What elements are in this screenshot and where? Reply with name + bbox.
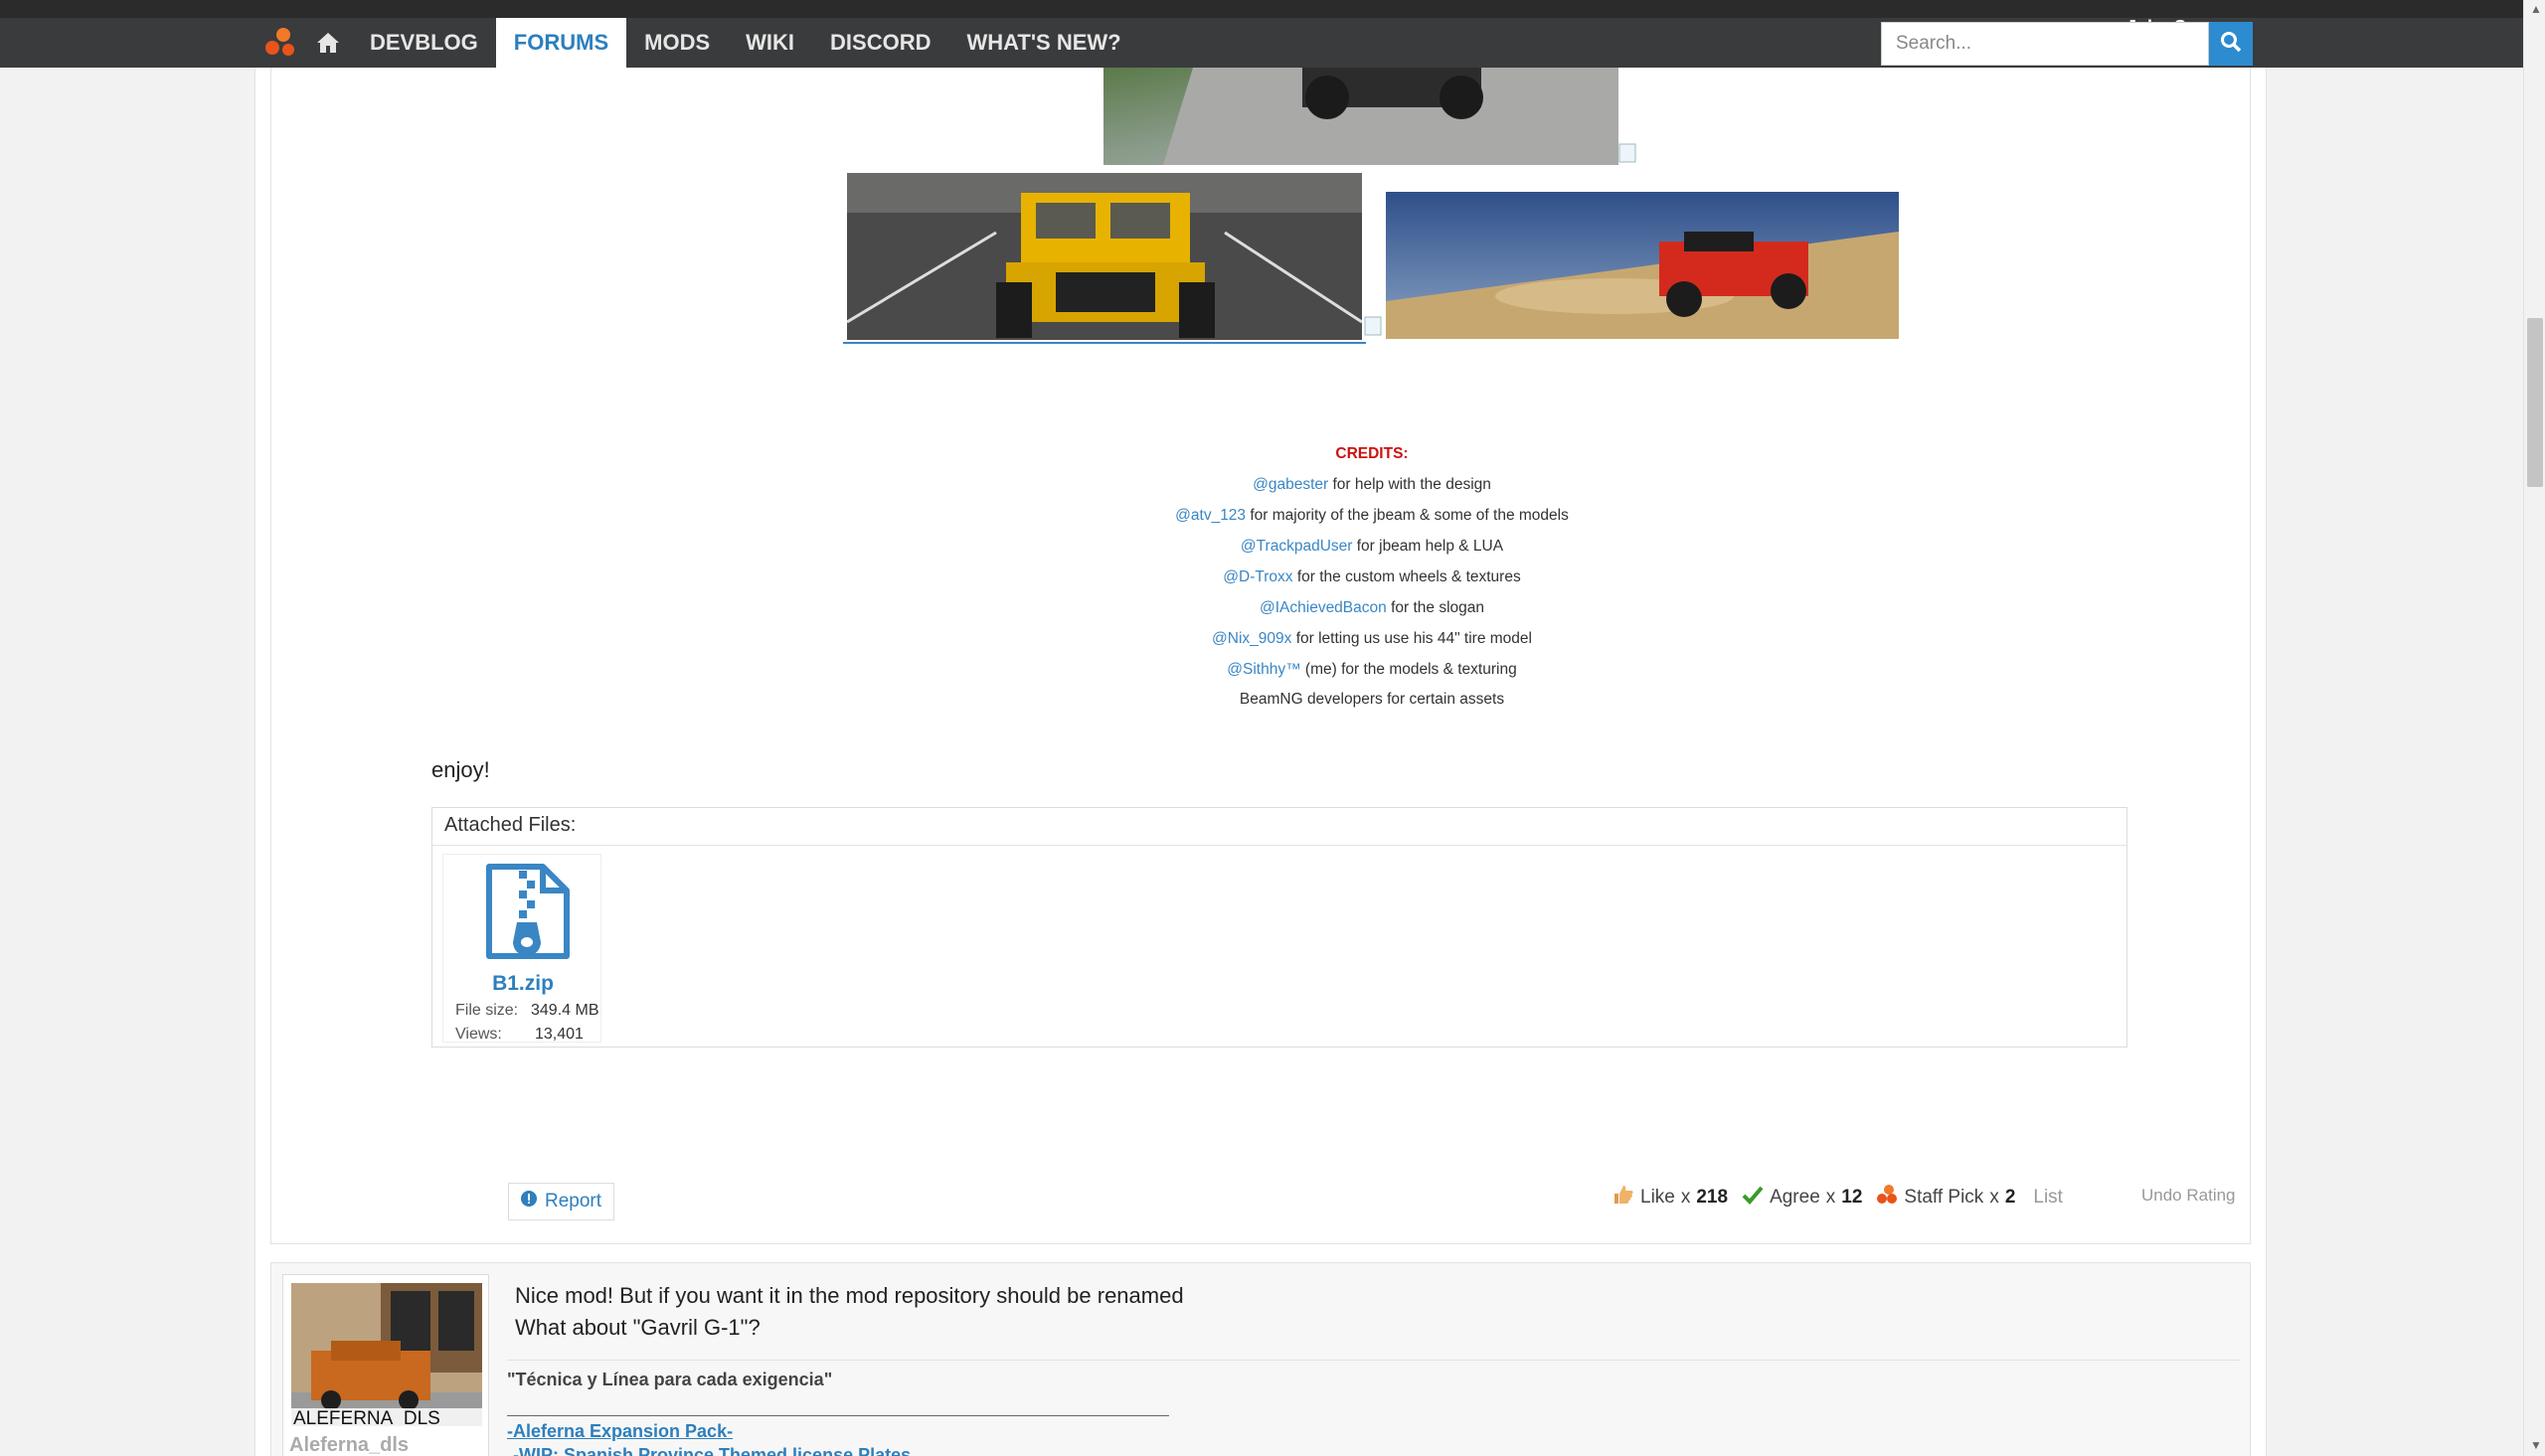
avatar-caption: ALEFERNA_DLS bbox=[293, 1408, 440, 1426]
broken-image-icon bbox=[1618, 143, 1636, 163]
ratings-bar: Like x 218 Agree x 12 Staff Pick x 2 List bbox=[1612, 1183, 2063, 1213]
rating-like[interactable]: Like x 218 bbox=[1612, 1184, 1728, 1212]
signature-rule bbox=[507, 1415, 1169, 1416]
credits-title: CREDITS: bbox=[1335, 445, 1409, 462]
signature-quote: "Técnica y Línea para cada exigencia" bbox=[507, 1370, 833, 1389]
attached-files-panel: Attached Files: B1.zip File size: 349.4 M… bbox=[431, 807, 2127, 1048]
reply-message: Nice mod! But if you want it in the mod … bbox=[515, 1280, 1184, 1344]
search-button[interactable] bbox=[2209, 22, 2253, 66]
scroll-up-icon[interactable]: ▲ bbox=[2530, 2, 2542, 16]
credit-line: @D-Troxx for the custom wheels & texture… bbox=[1223, 568, 1521, 585]
scrollbar[interactable]: ▲ ▼ bbox=[2523, 0, 2545, 1456]
credit-user-link[interactable]: @atv_123 bbox=[1175, 507, 1246, 524]
nav-devblog[interactable]: DEVBLOG bbox=[352, 18, 496, 68]
signature-link[interactable]: -WIP: Spanish Province Themed license Pl… bbox=[513, 1445, 911, 1456]
search-bar bbox=[1881, 22, 2253, 66]
credit-line: BeamNG developers for certain assets bbox=[1239, 691, 1505, 708]
nav-mods[interactable]: MODS bbox=[626, 18, 728, 68]
report-button[interactable]: Report bbox=[508, 1183, 615, 1220]
credit-user-link[interactable]: @Sithhy™ bbox=[1227, 661, 1300, 678]
reply-message-line: Nice mod! But if you want it in the mod … bbox=[515, 1283, 1184, 1308]
post-text-enjoy: enjoy! bbox=[431, 757, 490, 782]
zip-file-icon[interactable] bbox=[485, 863, 571, 965]
nav-discord[interactable]: DISCORD bbox=[812, 18, 948, 68]
info-icon bbox=[521, 1191, 537, 1213]
file-views-row: Views: 13,401 bbox=[455, 1026, 584, 1043]
reply-author-card: ALEFERNA_DLS Aleferna_dls bbox=[282, 1274, 489, 1456]
credit-line: @atv_123 for majority of the jbeam & som… bbox=[1175, 507, 1569, 524]
home-icon[interactable] bbox=[304, 18, 352, 68]
search-icon bbox=[2220, 31, 2242, 58]
ratings-list-link[interactable]: List bbox=[2033, 1187, 2063, 1209]
credit-line: @gabester for help with the design bbox=[1253, 476, 1491, 493]
attachment-item[interactable]: B1.zip File size: 349.4 MB Views: 13,401 bbox=[442, 854, 601, 1043]
avatar[interactable]: ALEFERNA_DLS bbox=[291, 1283, 482, 1429]
nav-forums[interactable]: FORUMS bbox=[495, 18, 627, 68]
signature-divider bbox=[507, 1360, 2241, 1361]
credit-line: @TrackpadUser for jbeam help & LUA bbox=[1240, 538, 1504, 555]
thumbs-up-icon bbox=[1612, 1184, 1634, 1212]
image-link-underline bbox=[843, 342, 1366, 344]
nav-wiki[interactable]: WIKI bbox=[728, 18, 812, 68]
credit-user-link[interactable]: @IAchievedBacon bbox=[1260, 599, 1387, 616]
credit-line: @Sithhy™ (me) for the models & texturing bbox=[1227, 661, 1517, 678]
credit-user-link[interactable]: @TrackpadUser bbox=[1241, 538, 1353, 555]
credit-user-link[interactable]: @D-Troxx bbox=[1223, 568, 1292, 585]
check-icon bbox=[1742, 1184, 1764, 1212]
signature-link[interactable]: -Aleferna Expansion Pack- bbox=[507, 1421, 733, 1442]
reply-message-line: What about "Gavril G-1"? bbox=[515, 1315, 761, 1340]
vehicle-screenshot-top[interactable] bbox=[1103, 68, 1618, 165]
credit-line: @IAchievedBacon for the slogan bbox=[1260, 599, 1484, 616]
vehicle-screenshot-yellow[interactable] bbox=[847, 173, 1362, 340]
file-size-row: File size: 349.4 MB bbox=[455, 1002, 599, 1019]
beamng-logo-icon bbox=[1876, 1184, 1898, 1212]
undo-rating-link[interactable]: Undo Rating bbox=[2141, 1186, 2236, 1206]
credit-user-link[interactable]: @Nix_909x bbox=[1212, 630, 1291, 647]
attachment-filename[interactable]: B1.zip bbox=[443, 972, 602, 996]
nav-whats-new[interactable]: WHAT'S NEW? bbox=[948, 18, 1138, 68]
search-input[interactable] bbox=[1881, 22, 2209, 66]
rating-agree[interactable]: Agree x 12 bbox=[1742, 1184, 1862, 1212]
scroll-down-icon[interactable]: ▼ bbox=[2530, 1438, 2542, 1452]
credit-user-link[interactable]: @gabester bbox=[1253, 476, 1328, 493]
rating-staff-pick[interactable]: Staff Pick x 2 bbox=[1876, 1184, 2015, 1212]
main-navigation: DEVBLOG FORUMS MODS WIKI DISCORD WHAT'S … bbox=[256, 18, 1139, 68]
broken-image-icon-2 bbox=[1364, 316, 1382, 336]
scrollbar-thumb[interactable] bbox=[2527, 318, 2543, 487]
beamng-logo-icon[interactable] bbox=[256, 18, 304, 68]
vehicle-screenshot-red[interactable] bbox=[1386, 192, 1899, 339]
credit-line: @Nix_909x for letting us use his 44" tir… bbox=[1212, 630, 1532, 647]
reply-author-name[interactable]: Aleferna_dls bbox=[289, 1434, 409, 1456]
attached-files-label: Attached Files: bbox=[432, 808, 2126, 846]
